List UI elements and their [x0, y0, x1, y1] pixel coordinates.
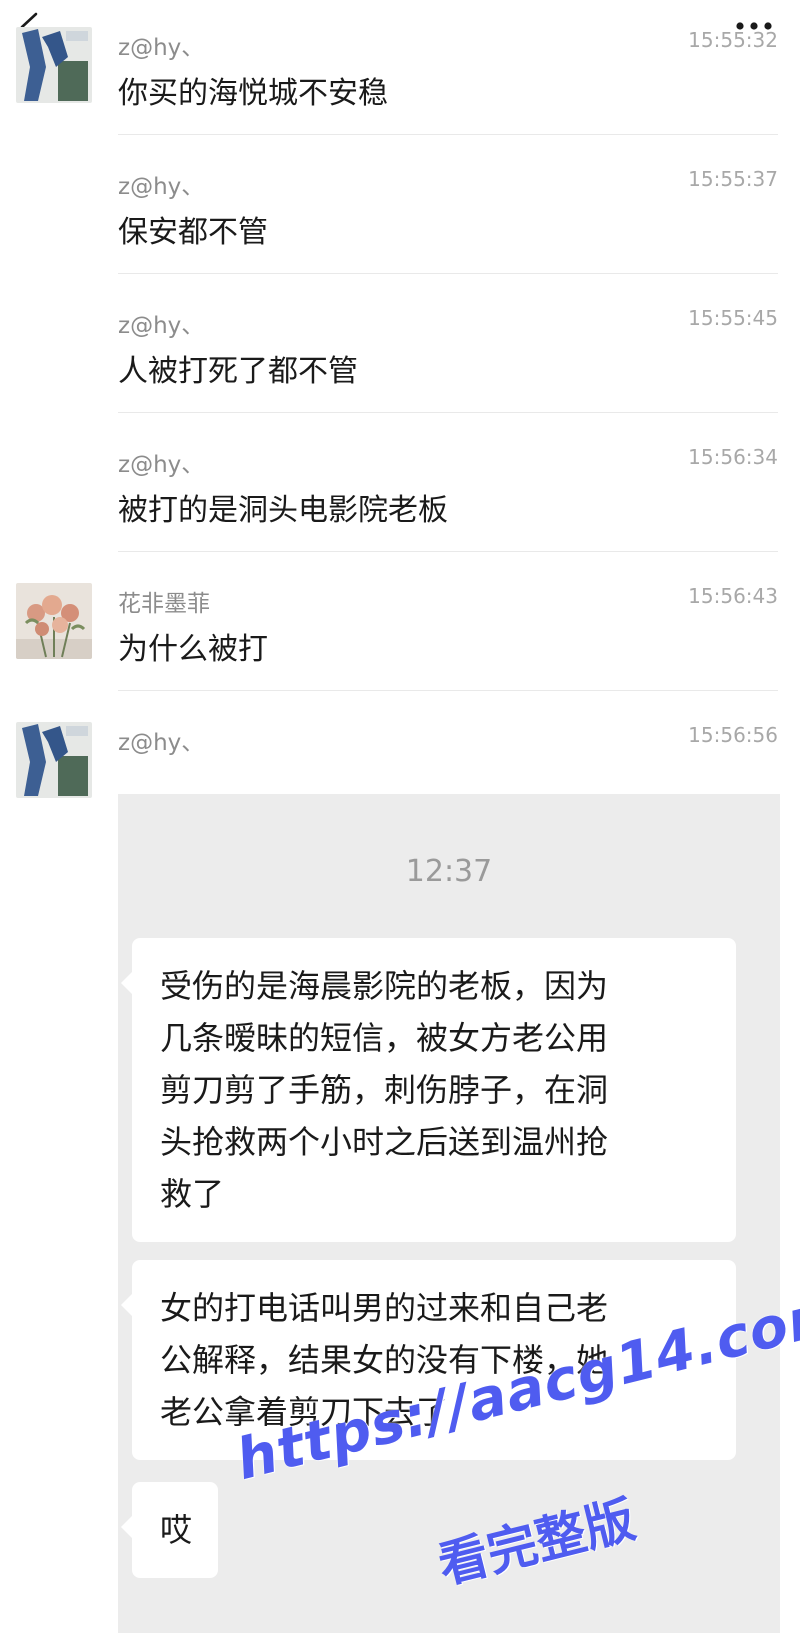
- chat-bubble: 受伤的是海晨影院的老板，因为 几条暧昧的短信，被女方老公用 剪刀剪了手筋，刺伤脖…: [121, 938, 736, 1242]
- sender-name: z@hy、: [118, 730, 205, 756]
- chat-bubble: 哎: [120, 1482, 219, 1578]
- divider: [118, 273, 778, 274]
- divider: [118, 412, 778, 413]
- jeans-photo-avatar: [16, 722, 92, 798]
- message-time: 15:56:34: [688, 445, 778, 469]
- bubble-line: 公解释，结果女的没有下楼，她: [160, 1341, 609, 1379]
- divider: [118, 551, 778, 552]
- avatar[interactable]: [16, 722, 92, 798]
- avatar[interactable]: [16, 27, 92, 103]
- sender-name: 花非墨菲: [118, 591, 210, 617]
- message-time: 15:55:37: [688, 167, 778, 191]
- divider: [118, 690, 778, 691]
- message-time: 15:55:45: [688, 306, 778, 330]
- bubble-line: 老公拿着剪刀下去了: [160, 1393, 449, 1431]
- message-text: 你买的海悦城不安稳: [118, 76, 388, 111]
- bubble-line: 几条暧昧的短信，被女方老公用: [160, 1019, 609, 1057]
- jeans-photo-avatar: [16, 27, 92, 103]
- sender-name: z@hy、: [118, 35, 205, 61]
- embedded-time: 12:37: [405, 854, 493, 889]
- message-text: 为什么被打: [118, 632, 268, 667]
- bubble-line: 救了: [160, 1175, 225, 1213]
- message-time: 15:55:32: [688, 28, 778, 52]
- bubble-line: 头抢救两个小时之后送到温州抢: [160, 1123, 609, 1161]
- bubble-line: 哎: [160, 1511, 193, 1549]
- sender-name: z@hy、: [118, 174, 205, 200]
- sender-name: z@hy、: [118, 313, 205, 339]
- bubble-line: 女的打电话叫男的过来和自己老: [160, 1289, 609, 1327]
- bubble-line: 受伤的是海晨影院的老板，因为: [160, 967, 609, 1005]
- avatar[interactable]: [16, 583, 92, 659]
- bubble-line: 剪刀剪了手筋，刺伤脖子，在洞: [160, 1071, 609, 1109]
- message-text: 人被打死了都不管: [118, 354, 358, 389]
- chat-bubble: 女的打电话叫男的过来和自己老 公解释，结果女的没有下楼，她 老公拿着剪刀下去了: [121, 1260, 736, 1460]
- sender-name: z@hy、: [118, 452, 205, 478]
- message-text: 保安都不管: [118, 215, 268, 250]
- flowers-photo-avatar: [16, 583, 92, 659]
- divider: [118, 134, 778, 135]
- message-time: 15:56:43: [688, 584, 778, 608]
- message-time: 15:56:56: [688, 723, 778, 747]
- embedded-chat-image[interactable]: 12:37 受伤的是海晨影院的老板，因为 几条暧昧的短信，被女方老公用 剪刀剪了…: [118, 794, 780, 1633]
- message-text: 被打的是洞头电影院老板: [118, 493, 448, 528]
